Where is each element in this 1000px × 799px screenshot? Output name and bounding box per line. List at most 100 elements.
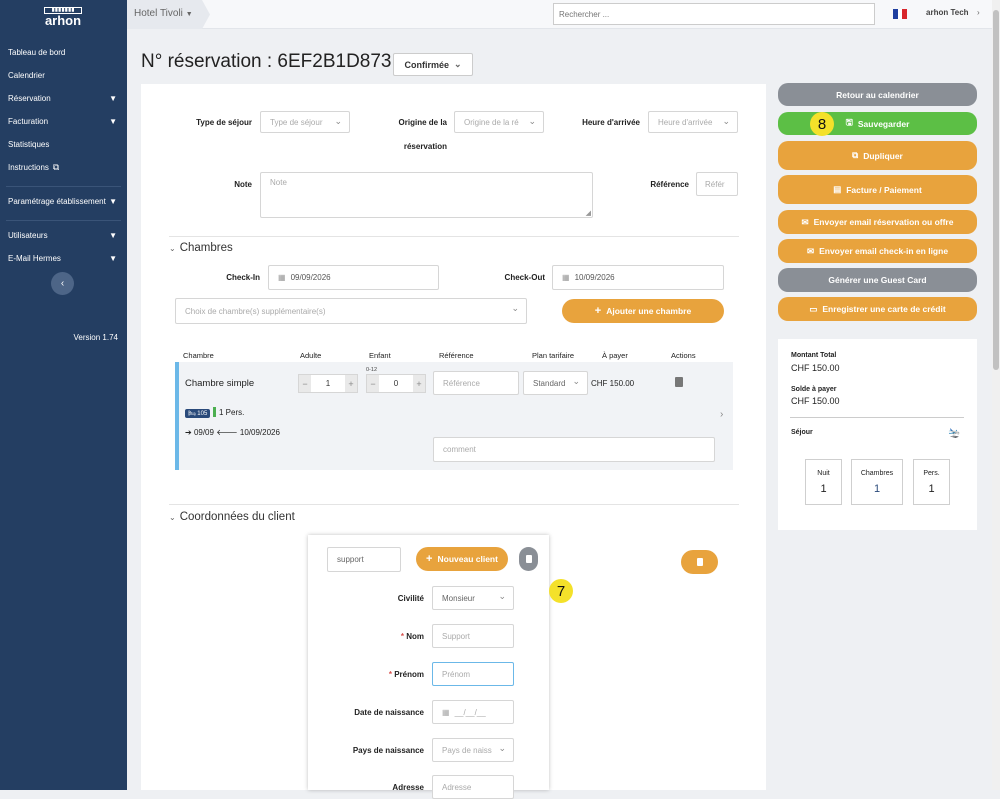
dupliquer-label: Dupliquer <box>863 150 903 161</box>
room-date-start: 09/09 <box>193 428 214 437</box>
dupliquer-button[interactable]: ⧉ Dupliquer <box>778 141 977 170</box>
client-title: Coordonnées du client <box>179 511 295 523</box>
pays-naissance-select[interactable]: Pays de naiss <box>432 738 514 762</box>
checkin-input[interactable]: ▦ 09/09/2026 <box>268 265 439 290</box>
note-label: Note <box>234 180 252 189</box>
sidebar-item-facturation[interactable]: Facturation ▼ <box>0 110 127 133</box>
save-button[interactable]: 🖫 Sauvegarder <box>778 112 977 135</box>
sidebar-item-instructions[interactable]: Instructions ⧉ <box>0 156 127 179</box>
step-marker-8: 8 <box>810 112 834 136</box>
plan-tarifaire-select[interactable]: Standard <box>523 371 588 395</box>
email-reservation-button[interactable]: ✉ Envoyer email réservation ou offre <box>778 210 977 234</box>
sidebar-item-label: Paramétrage établissement <box>8 197 106 206</box>
logo[interactable]: ▮▮▮▮▮▮▮ arhon <box>44 7 82 28</box>
reference-input[interactable]: Référ <box>696 172 738 196</box>
col-header-reference: Référence <box>439 351 474 360</box>
date-naissance-input[interactable]: ▦ __/__/__ <box>432 700 514 724</box>
plus-icon[interactable]: + <box>413 375 425 392</box>
prenom-input[interactable]: Prénom <box>432 662 514 686</box>
montant-total-value: CHF 150.00 <box>791 363 840 373</box>
heure-arrivee-select[interactable]: Heure d'arrivée <box>648 111 738 133</box>
guest-card-button[interactable]: Générer une Guest Card <box>778 268 977 292</box>
hotel-selector-label[interactable]: Hotel Tivoli ▼ <box>134 8 193 19</box>
delete-button[interactable] <box>681 550 718 574</box>
col-header-enfant: Enfant <box>369 351 391 360</box>
nuit-value: 1 <box>820 483 827 495</box>
room-reference-input[interactable]: Référence <box>433 371 519 395</box>
client-search-input[interactable]: support <box>327 547 401 572</box>
envelope-icon: ✉ <box>801 216 809 227</box>
enfant-age-hint: 0-12 <box>366 367 378 373</box>
pers-box: Pers. 1 <box>913 459 950 505</box>
adresse-input[interactable]: Adresse <box>432 775 514 799</box>
collapse-sidebar-button[interactable]: ‹ <box>51 272 74 295</box>
sidebar-item-calendrier[interactable]: Calendrier <box>0 64 127 87</box>
plane-landing-icon: 🛬 <box>948 428 961 439</box>
nom-input[interactable]: Support <box>432 624 514 648</box>
civilite-label: Civilité <box>397 594 424 603</box>
divider <box>6 213 121 221</box>
floppy-disk-icon: 🖫 <box>845 116 853 127</box>
sidebar: ▮▮▮▮▮▮▮ arhon Tableau de bord Calendrier… <box>0 0 127 790</box>
heure-arrivee-label: Heure d'arrivée <box>582 118 640 127</box>
sidebar-item-tableau-de-bord[interactable]: Tableau de bord <box>0 41 127 64</box>
add-room-label: Ajouter une chambre <box>606 306 692 316</box>
logo-name: arhon <box>44 13 82 28</box>
document-icon[interactable] <box>675 377 683 387</box>
plus-icon[interactable]: + <box>345 375 357 392</box>
topbar: Hotel Tivoli ▼ arhon Tech › <box>127 0 992 29</box>
sidebar-item-email-hermes[interactable]: E-Mail Hermes ▼ <box>0 247 127 270</box>
divider <box>6 179 121 187</box>
room-comment-input[interactable]: comment <box>433 437 715 462</box>
note-textarea[interactable]: Note ◢ <box>260 172 593 218</box>
nom-value: Support <box>442 631 471 641</box>
delete-client-button[interactable] <box>519 547 538 571</box>
arrow-left-icon: 🡐 <box>216 428 238 437</box>
room-number-badge: 🛏 105 <box>185 409 211 418</box>
client-section-toggle[interactable]: ⌄ Coordonnées du client <box>169 511 295 523</box>
sidebar-item-utilisateurs[interactable]: Utilisateurs ▼ <box>0 224 127 247</box>
caret-down-icon: ▼ <box>185 11 193 18</box>
chevron-right-icon[interactable]: › <box>720 409 723 420</box>
checkout-input[interactable]: ▦ 10/09/2026 <box>552 265 724 290</box>
choix-chambre-select[interactable]: Choix de chambre(s) supplémentaire(s) <box>175 298 527 324</box>
copy-icon: ⧉ <box>852 150 859 160</box>
enfant-stepper[interactable]: − 0 + <box>366 374 426 393</box>
facture-paiement-button[interactable]: ▤ Facture / Paiement <box>778 175 977 204</box>
chevron-down-icon: ▼ <box>109 231 117 240</box>
adulte-stepper[interactable]: − 1 + <box>298 374 358 393</box>
pers-label: Pers. <box>923 470 940 477</box>
origine-label: Origine de la <box>398 118 447 127</box>
add-room-button[interactable]: + Ajouter une chambre <box>562 299 724 323</box>
search-input[interactable] <box>553 3 875 25</box>
minus-icon[interactable]: − <box>299 375 311 392</box>
room-reference-placeholder: Référence <box>443 378 480 388</box>
new-client-label: Nouveau client <box>437 554 498 564</box>
carte-credit-button[interactable]: ▭ Enregistrer une carte de crédit <box>778 297 977 321</box>
scrollbar-thumb[interactable] <box>993 10 999 370</box>
type-sejour-select[interactable]: Type de séjour <box>260 111 350 133</box>
french-flag-icon[interactable] <box>893 9 908 19</box>
new-client-button[interactable]: + Nouveau client <box>416 547 508 571</box>
civilite-select[interactable]: Monsieur <box>432 586 514 610</box>
date-naissance-label: Date de naissance <box>354 708 424 717</box>
minus-icon[interactable]: − <box>367 375 379 392</box>
user-menu[interactable]: arhon Tech <box>926 8 969 17</box>
checkout-label: Check-Out <box>504 273 545 282</box>
type-sejour-label: Type de séjour <box>196 118 252 127</box>
scrollbar[interactable] <box>992 0 1000 790</box>
status-dropdown[interactable]: Confirmée ⌄ <box>393 53 473 76</box>
sidebar-item-statistiques[interactable]: Statistiques <box>0 133 127 156</box>
room-name: Chambre simple <box>185 378 255 389</box>
sidebar-item-parametrage[interactable]: Paramétrage établissement ▼ <box>0 190 127 213</box>
retour-calendrier-button[interactable]: Retour au calendrier <box>778 83 977 106</box>
col-header-chambre: Chambre <box>183 351 214 360</box>
chevron-right-icon[interactable]: › <box>977 8 980 17</box>
origine-select[interactable]: Origine de la ré <box>454 111 544 133</box>
guest-card-label: Générer une Guest Card <box>828 275 927 285</box>
plus-icon: + <box>594 305 602 317</box>
chambres-section-toggle[interactable]: ⌄ Chambres <box>169 242 233 254</box>
nom-label-text: Nom <box>406 632 424 641</box>
sidebar-item-reservation[interactable]: Réservation ▼ <box>0 87 127 110</box>
email-checkin-button[interactable]: ✉ Envoyer email check-in en ligne <box>778 239 977 263</box>
